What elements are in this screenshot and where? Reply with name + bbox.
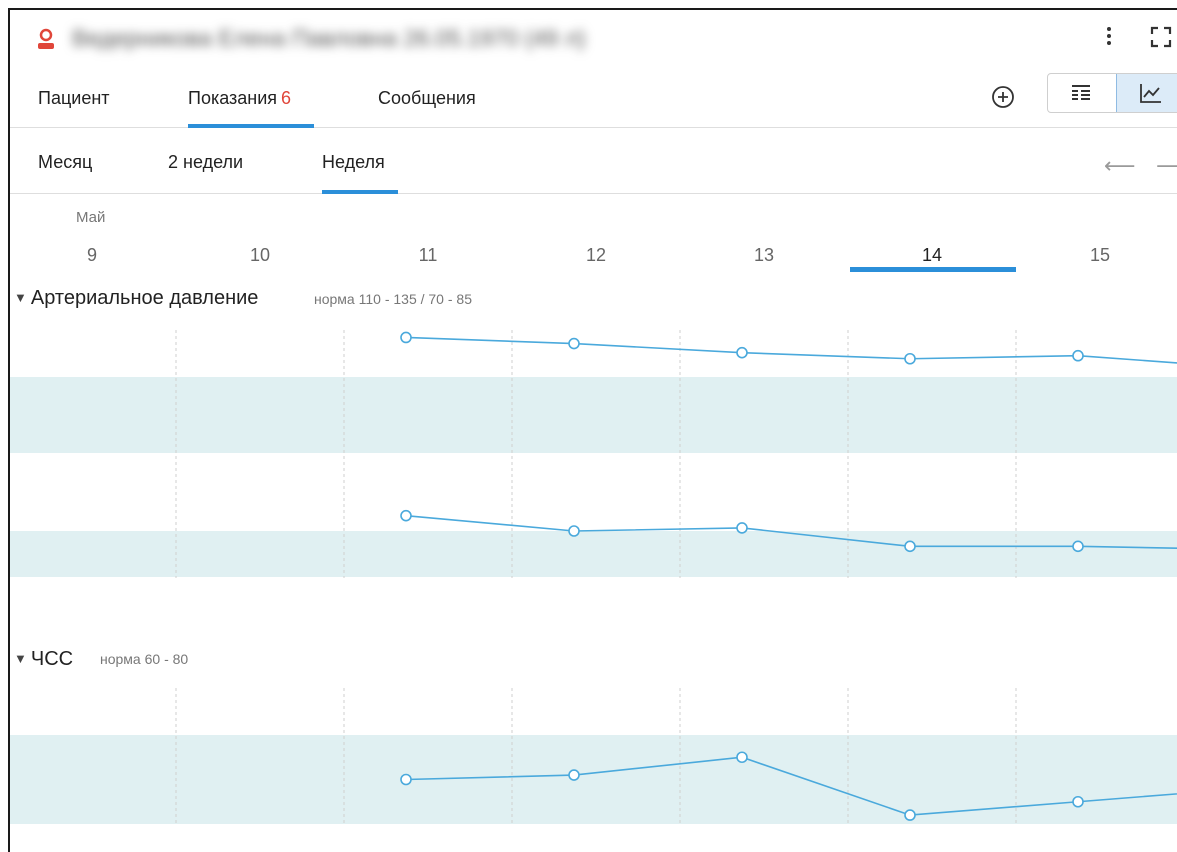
series-line	[405, 336, 1177, 364]
app-window: Ведерникова Елена Павловна 26.05.1970 (4…	[8, 8, 1177, 852]
data-point	[736, 522, 748, 534]
data-point	[400, 509, 412, 522]
data-point	[736, 751, 748, 764]
readings-chart	[10, 330, 1177, 825]
data-point	[904, 352, 916, 365]
data-point	[1072, 540, 1084, 553]
data-point	[904, 809, 916, 821]
data-point	[400, 331, 412, 344]
data-point	[1072, 349, 1084, 362]
norm-band	[10, 377, 1177, 453]
data-point	[400, 773, 412, 786]
data-point	[736, 346, 748, 359]
data-point	[568, 337, 580, 350]
data-point	[568, 769, 580, 781]
data-point	[904, 540, 916, 553]
norm-band	[10, 735, 1177, 824]
data-point	[1072, 795, 1084, 808]
norm-band	[10, 531, 1177, 577]
data-point	[568, 525, 580, 537]
